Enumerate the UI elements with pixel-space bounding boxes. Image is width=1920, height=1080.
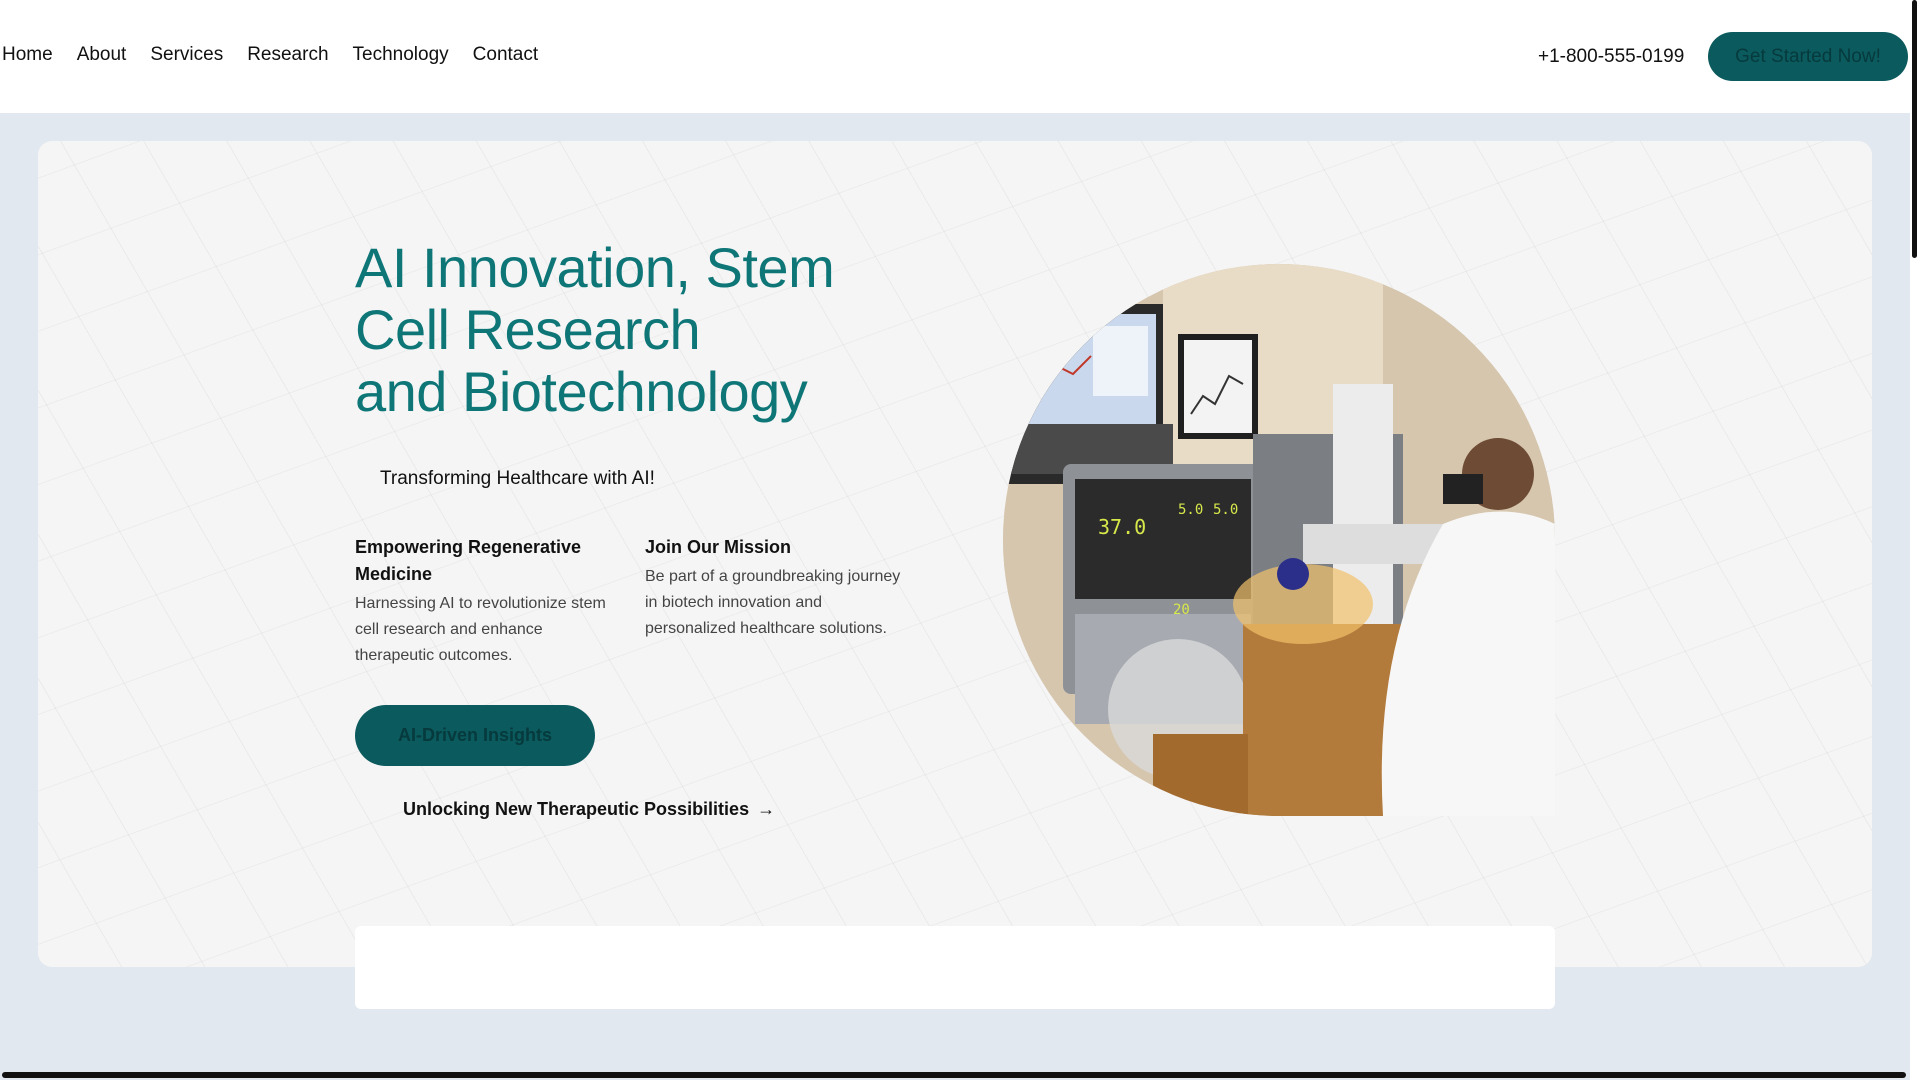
hero-background-pattern (38, 141, 1872, 967)
nav-contact[interactable]: Contact (473, 44, 538, 66)
vertical-scrollbar-thumb[interactable] (1912, 0, 1917, 258)
feature-title: Join Our Mission (645, 537, 792, 557)
ai-driven-insights-button[interactable]: AI-Driven Insights (355, 705, 595, 766)
feature-text: Be part of a groundbreaking journey in b… (645, 568, 901, 637)
nav-about[interactable]: About (77, 44, 127, 66)
feature-join-mission: Join Our Mission Be part of a groundbrea… (645, 534, 905, 642)
hero-subtitle: Transforming Healthcare with AI! (380, 468, 655, 489)
nav-services[interactable]: Services (150, 44, 223, 66)
therapeutic-possibilities-link[interactable]: Unlocking New Therapeutic Possibilities … (403, 799, 775, 820)
nav-technology[interactable]: Technology (353, 44, 449, 66)
nav-home[interactable]: Home (2, 44, 53, 66)
hero-section: AI Innovation, Stem Cell Research and Bi… (38, 141, 1872, 967)
arrow-right-icon: → (757, 799, 776, 819)
nav-research[interactable]: Research (247, 44, 328, 66)
feature-regenerative-medicine: Empowering Regenerative Medicine Harness… (355, 534, 615, 669)
feature-title: Empowering Regenerative Medicine (355, 537, 582, 584)
svg-text:5.0: 5.0 (1178, 502, 1203, 518)
lab-scientist-image: 37.0 5.0 5.0 20 (1003, 264, 1555, 816)
svg-text:37.0: 37.0 (1098, 515, 1146, 539)
svg-text:5.0: 5.0 (1213, 502, 1238, 518)
get-started-button[interactable]: Get Started Now! (1708, 32, 1908, 81)
phone-number[interactable]: +1-800-555-0199 (1538, 46, 1684, 68)
feature-text: Harnessing AI to revolutionize stem cell… (355, 595, 606, 664)
site-header: Home About Services Research Technology … (0, 0, 1910, 113)
link-label: Unlocking New Therapeutic Possibilities (403, 799, 750, 819)
hero-title: AI Innovation, Stem Cell Research and Bi… (355, 236, 835, 423)
main-nav: Home About Services Research Technology … (2, 44, 538, 66)
horizontal-scrollbar-thumb[interactable] (2, 1072, 1906, 1078)
lab-illustration: 37.0 5.0 5.0 20 (1003, 264, 1555, 816)
content-panel (355, 926, 1555, 1009)
